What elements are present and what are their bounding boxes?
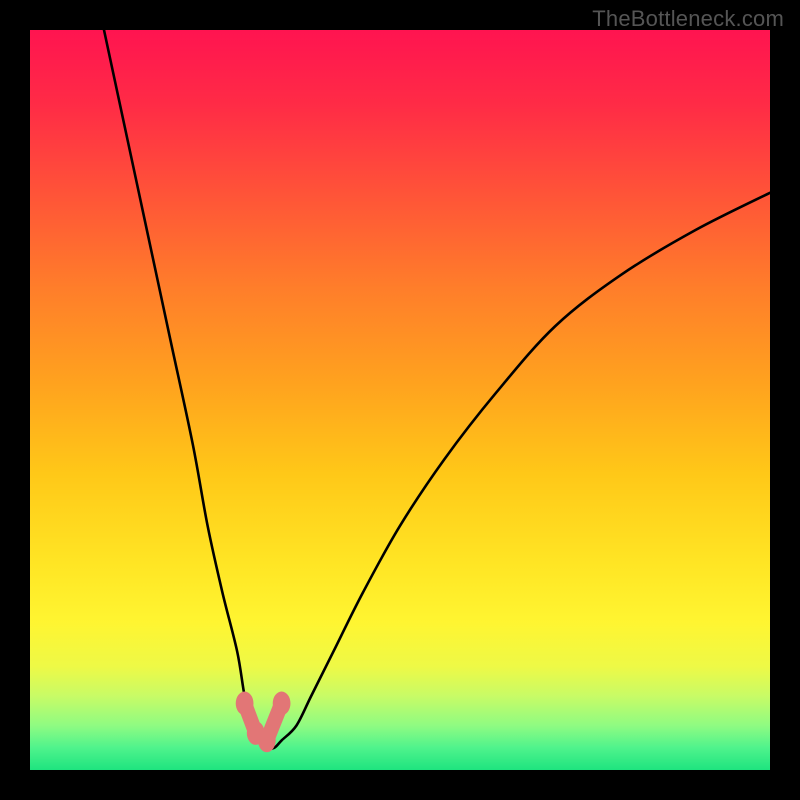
valley-markers — [236, 692, 291, 753]
plot-area — [30, 30, 770, 770]
curve-layer — [30, 30, 770, 770]
valley-marker — [236, 692, 254, 716]
watermark-text: TheBottleneck.com — [592, 6, 784, 32]
bottleneck-curve — [104, 30, 770, 749]
valley-marker — [273, 692, 291, 716]
valley-marker — [258, 729, 276, 753]
app-frame: TheBottleneck.com — [0, 0, 800, 800]
